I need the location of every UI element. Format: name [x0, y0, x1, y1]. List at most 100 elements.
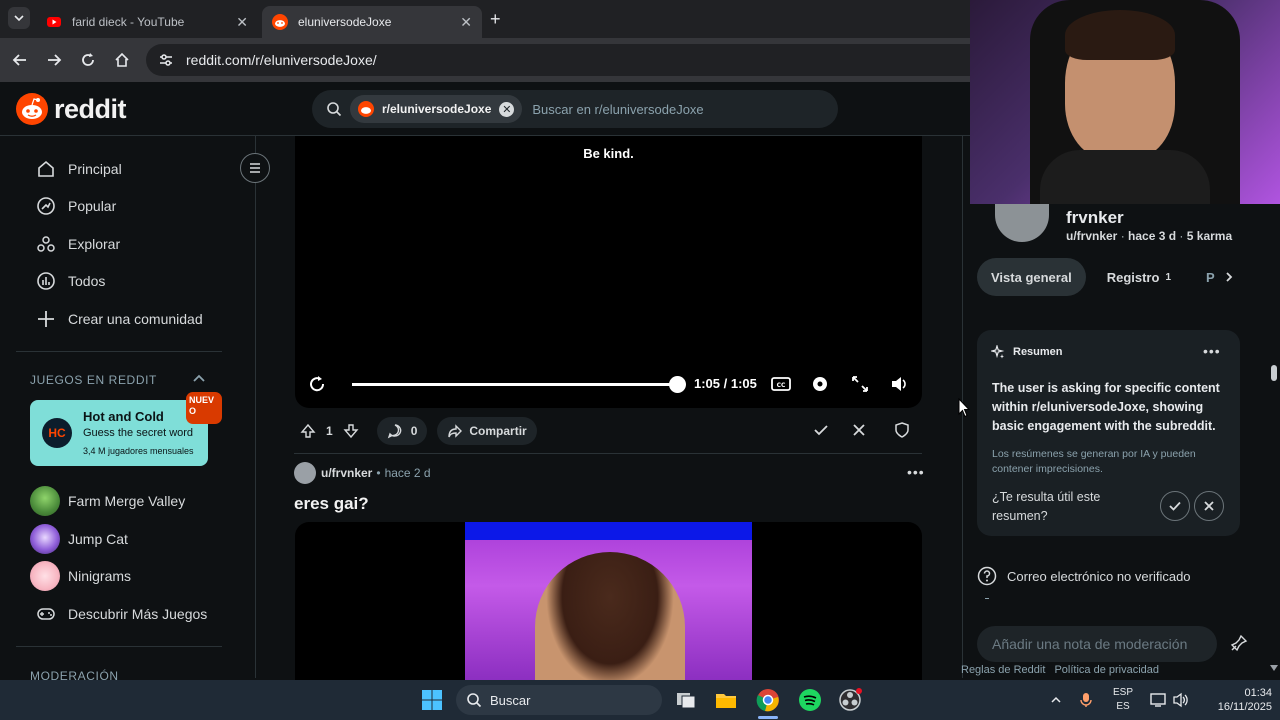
menu-icon: [250, 163, 260, 173]
tab-youtube[interactable]: farid dieck - YouTube ✕: [36, 6, 258, 38]
video-settings-button[interactable]: [810, 374, 830, 394]
summary-helpful-button[interactable]: [1160, 491, 1190, 521]
game-title: Hot and Cold: [83, 409, 164, 424]
video-progress-knob[interactable]: [669, 376, 686, 393]
profile-subline: u/frvnker · hace 3 d · 5 karma: [1066, 229, 1232, 243]
comment-count: 0: [410, 424, 418, 438]
reddit-logo[interactable]: reddit: [16, 93, 127, 125]
sidebar-divider: [16, 646, 222, 647]
new-badge-label: NUEVO: [189, 395, 215, 416]
volume-icon[interactable]: [1172, 692, 1190, 708]
remove-chip-icon[interactable]: ✕: [499, 101, 515, 117]
help-circle-icon: [977, 566, 997, 586]
reload-button[interactable]: [76, 48, 100, 72]
share-button[interactable]: Compartir: [437, 417, 537, 445]
spotify-icon[interactable]: [798, 688, 822, 712]
chevron-up-icon[interactable]: [192, 372, 206, 386]
summary-not-helpful-button[interactable]: [1194, 491, 1224, 521]
tab-vista-general[interactable]: Vista general: [977, 258, 1086, 296]
downvote-icon[interactable]: [343, 423, 359, 439]
back-button[interactable]: [8, 48, 32, 72]
volume-button[interactable]: [889, 374, 909, 394]
close-tab-icon[interactable]: ✕: [236, 14, 248, 31]
language-indicator[interactable]: ESP ES: [1108, 686, 1138, 714]
video-player[interactable]: Be kind. 1:05 / 1:05 CC: [295, 136, 922, 408]
sidebar-item-principal[interactable]: Principal: [16, 151, 222, 187]
vote-group: 1: [294, 417, 365, 445]
sidebar-descubrir-juegos[interactable]: Descubrir Más Juegos: [16, 596, 222, 632]
meta-separator: ·: [1179, 229, 1184, 243]
svg-text:CC: CC: [777, 382, 786, 389]
tab-more[interactable]: P: [1206, 270, 1215, 285]
approve-icon[interactable]: [813, 422, 829, 438]
home-button[interactable]: [110, 48, 134, 72]
comments-button[interactable]: 0: [376, 417, 428, 445]
avatar[interactable]: [294, 462, 316, 484]
featured-game-card[interactable]: HC Hot and Cold Guess the secret word 3,…: [30, 400, 208, 466]
tab-reddit[interactable]: eluniversodeJoxe ✕: [262, 6, 482, 38]
tab-registro[interactable]: Registro 1: [1107, 270, 1171, 285]
scrollbar-thumb[interactable]: [1271, 365, 1277, 381]
content-fade-mark: [985, 598, 989, 599]
post-author[interactable]: u/frvnker: [321, 466, 372, 480]
sidebar-item-explorar[interactable]: Explorar: [16, 226, 222, 262]
show-hidden-icons-icon[interactable]: [1050, 694, 1062, 706]
footer-link-rules[interactable]: Reglas de Reddit: [961, 664, 1045, 676]
replay-icon: [310, 376, 325, 392]
obs-icon[interactable]: [838, 688, 862, 712]
url-text: reddit.com/r/eluniversodeJoxe/: [186, 52, 377, 68]
sidebar-item-popular[interactable]: Popular: [16, 188, 222, 224]
chevron-down-icon: [14, 15, 24, 22]
footer-link-privacy[interactable]: Política de privacidad: [1054, 664, 1159, 676]
video-progress-bar[interactable]: [352, 383, 679, 386]
collapse-sidebar-button[interactable]: [240, 153, 270, 183]
file-explorer-icon[interactable]: [714, 688, 738, 712]
profile-age: hace 3 d: [1128, 229, 1177, 243]
search-bar[interactable]: r/eluniversodeJoxe ✕ Buscar en r/elunive…: [312, 90, 838, 128]
upvote-icon[interactable]: [300, 423, 316, 439]
subreddit-search-chip[interactable]: r/eluniversodeJoxe ✕: [350, 95, 523, 123]
pin-note-icon[interactable]: [1230, 634, 1248, 652]
post-title[interactable]: eres gai?: [294, 494, 369, 514]
forward-button[interactable]: [42, 48, 66, 72]
site-settings-icon[interactable]: [158, 52, 174, 68]
task-view-icon[interactable]: [674, 688, 698, 712]
sidebar-item-todos[interactable]: Todos: [16, 263, 222, 299]
sidebar-game-farm-merge-valley[interactable]: Farm Merge Valley: [28, 483, 234, 519]
windows-start-icon[interactable]: [420, 688, 444, 712]
new-tab-button[interactable]: +: [490, 9, 501, 30]
summary-header: Resumen: [991, 345, 1063, 359]
close-tab-icon[interactable]: ✕: [460, 14, 472, 31]
scrollbar[interactable]: [1268, 136, 1280, 678]
address-field[interactable]: reddit.com/r/eluniversodeJoxe/: [146, 44, 986, 76]
left-sidebar: Principal Popular Explorar Todos Crear u…: [0, 136, 256, 683]
sidebar-game-jump-cat[interactable]: Jump Cat: [28, 521, 234, 557]
network-icon[interactable]: [1150, 692, 1168, 708]
shield-icon[interactable]: [894, 422, 910, 438]
captions-button[interactable]: CC: [771, 374, 791, 394]
fullscreen-button[interactable]: [850, 374, 870, 394]
taskbar-search[interactable]: Buscar: [456, 685, 662, 715]
more-options-icon[interactable]: •••: [1203, 343, 1221, 359]
profile-name[interactable]: frvnker: [1066, 208, 1124, 228]
remove-icon[interactable]: [852, 423, 866, 437]
chevron-right-icon[interactable]: [1223, 271, 1235, 283]
chrome-icon[interactable]: [756, 688, 780, 712]
sidebar-game-ninigrams[interactable]: Ninigrams: [28, 558, 234, 594]
tab-search-button[interactable]: [8, 7, 30, 29]
scroll-down-arrow-icon[interactable]: [1270, 665, 1278, 671]
summary-disclaimer: Los resúmenes se generan por IA y pueden…: [992, 448, 1196, 475]
system-clock[interactable]: 01:34 16/11/2025: [1200, 686, 1272, 714]
post-media[interactable]: [295, 522, 922, 682]
games-section-title: JUEGOS EN REDDIT: [30, 373, 157, 387]
post-divider: [294, 453, 922, 454]
streamer-body: [1040, 150, 1210, 204]
microphone-icon[interactable]: [1080, 692, 1092, 708]
more-options-icon[interactable]: •••: [907, 464, 925, 480]
sidebar-item-crear-comunidad[interactable]: Crear una comunidad: [16, 301, 222, 337]
replay-button[interactable]: [307, 374, 327, 394]
summary-body: The user is asking for specific content …: [992, 381, 1220, 433]
arrow-right-icon: [48, 54, 62, 66]
sidebar-item-label: Principal: [68, 161, 122, 177]
mod-note-input[interactable]: Añadir una nota de moderación: [977, 626, 1217, 662]
